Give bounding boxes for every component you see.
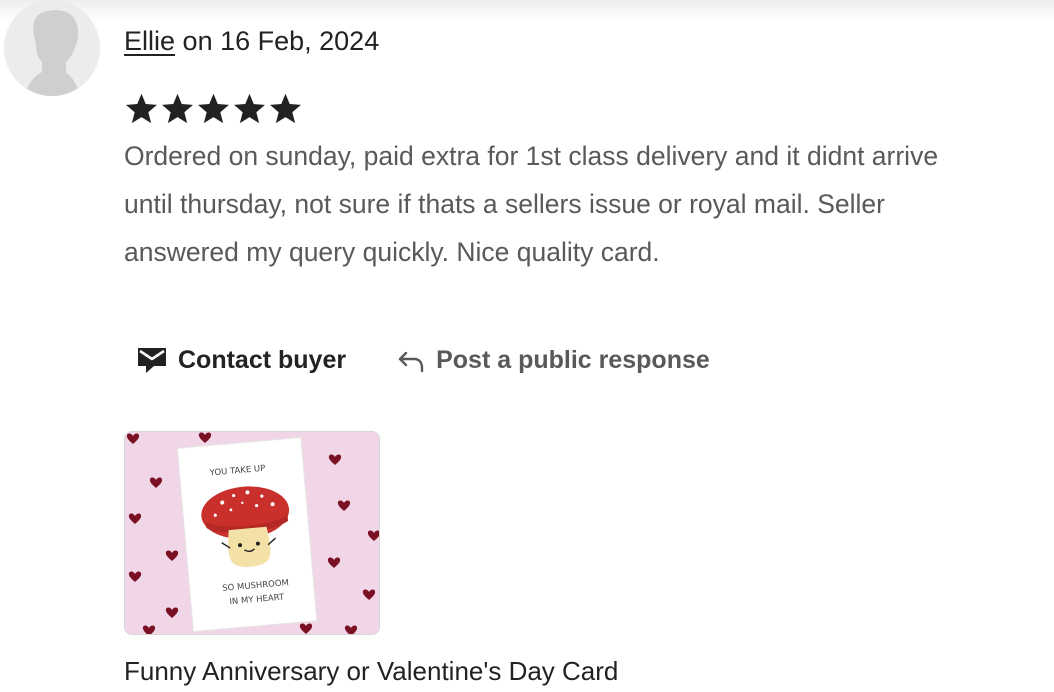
review-date: on 16 Feb, 2024	[182, 26, 380, 56]
listing-image: YOU TAKE UP SO MUSHROOM IN MY HEART	[125, 432, 379, 634]
top-shadow	[0, 0, 1054, 22]
message-envelope-icon	[136, 345, 168, 375]
review-text-line: until thursday, not sure if thats a sell…	[124, 189, 885, 219]
listing-thumbnail[interactable]: YOU TAKE UP SO MUSHROOM IN MY HEART	[124, 431, 380, 635]
review-text-line: answered my query quickly. Nice quality …	[124, 237, 660, 267]
reviewer-avatar	[4, 0, 100, 96]
review-header: Ellie on 16 Feb, 2024	[124, 24, 379, 58]
review-actions: Contact buyer Post a public response	[136, 338, 710, 382]
contact-buyer-label: Contact buyer	[178, 345, 347, 374]
review-text-line: Ordered on sunday, paid extra for 1st cl…	[124, 141, 939, 171]
review-text: Ordered on sunday, paid extra for 1st cl…	[124, 132, 1054, 276]
default-user-icon	[4, 0, 100, 96]
contact-buyer-button[interactable]: Contact buyer	[136, 345, 346, 375]
reviewer-name-link[interactable]: Ellie	[124, 26, 175, 56]
star-icon	[160, 91, 195, 127]
star-icon	[196, 91, 231, 127]
review-page: Ellie on 16 Feb, 2024 Ordered on sunday,…	[0, 0, 1054, 692]
star-icon	[232, 91, 267, 127]
star-icon	[268, 91, 303, 127]
post-public-response-label: Post a public response	[436, 345, 710, 374]
listing-title-link[interactable]: Funny Anniversary or Valentine's Day Car…	[124, 654, 618, 688]
reply-arrow-icon	[396, 347, 426, 373]
post-public-response-button[interactable]: Post a public response	[396, 346, 710, 375]
star-icon	[124, 91, 159, 127]
star-rating	[124, 91, 303, 127]
